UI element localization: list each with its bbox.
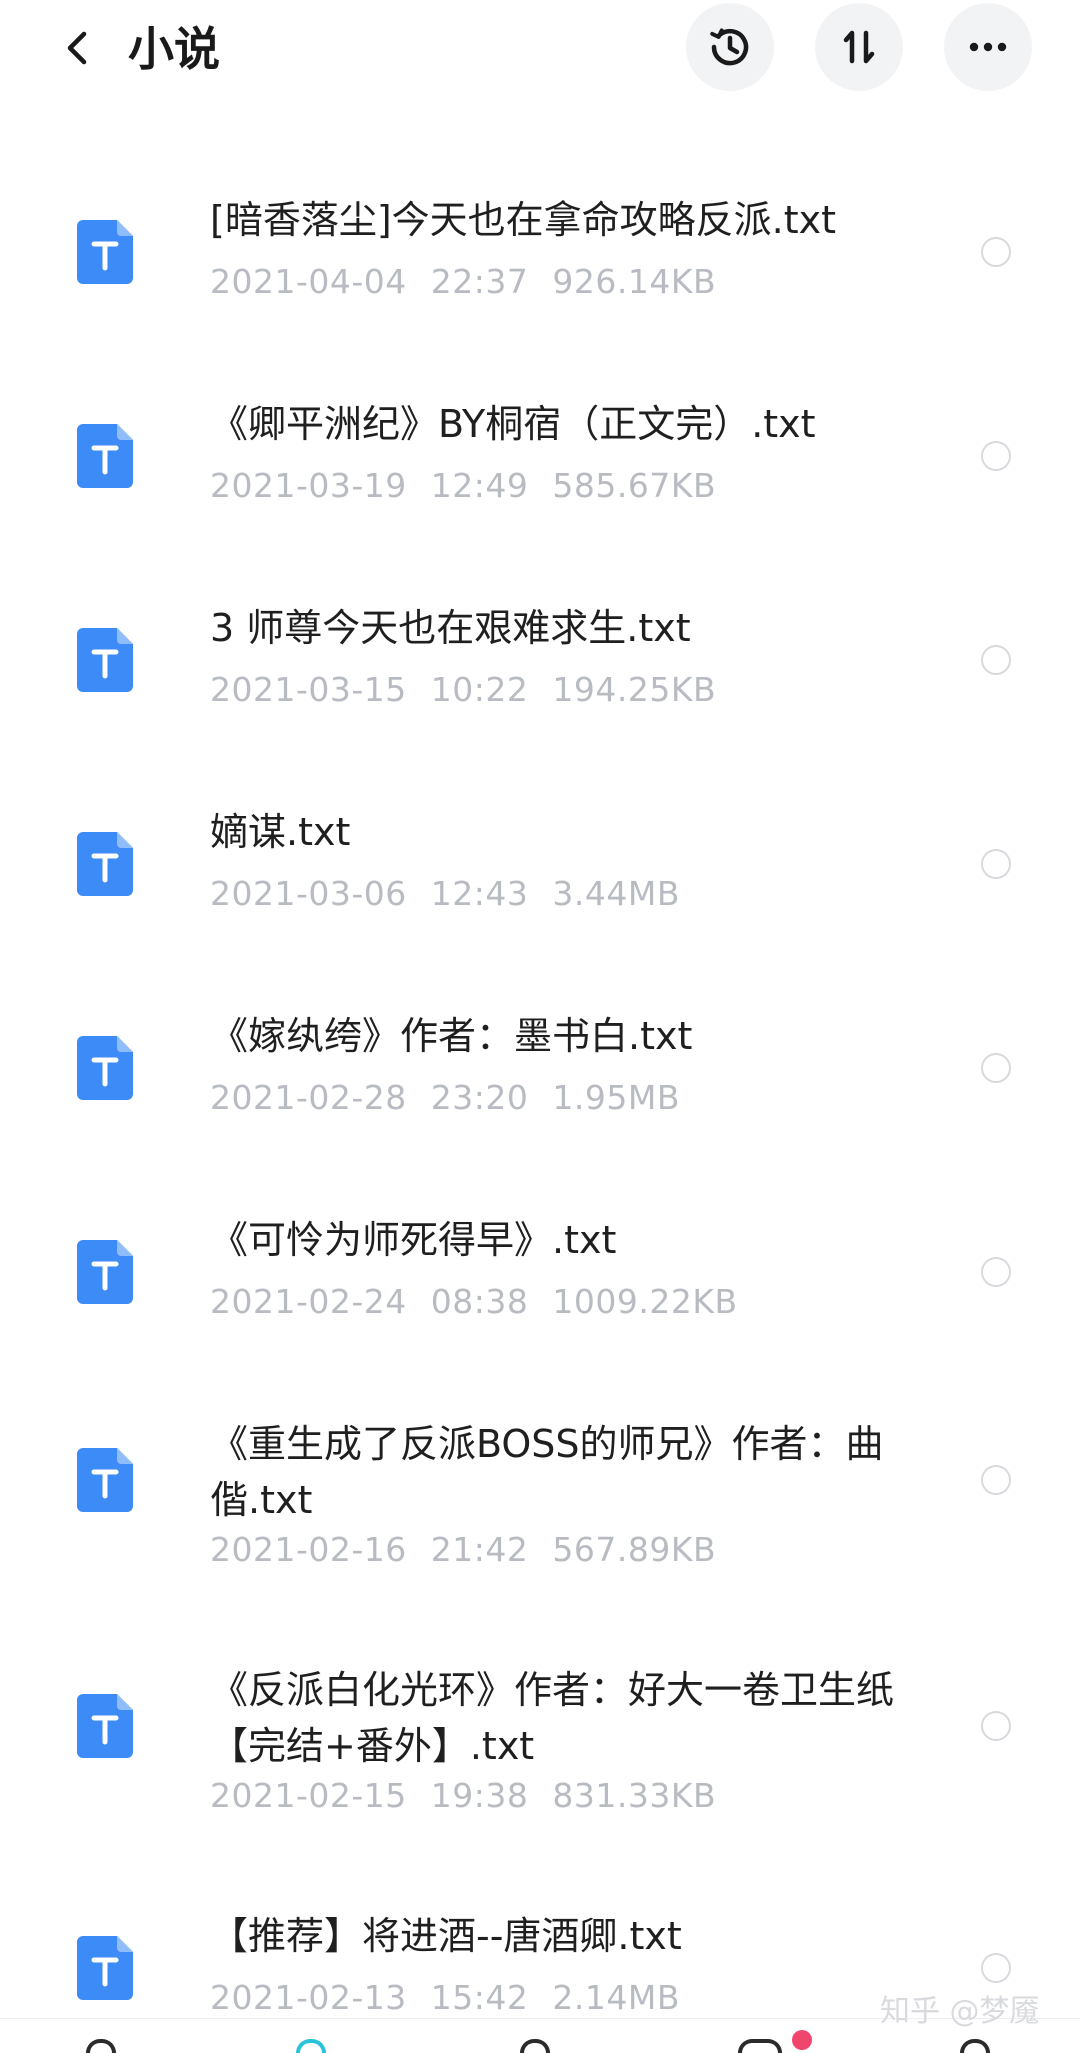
- file-date: 2021-02-15: [210, 1776, 407, 1815]
- tab-explore-icon[interactable]: [738, 2039, 782, 2053]
- file-meta: 2021-03-15 10:22 194.25KB: [210, 670, 716, 710]
- file-size: 567.89KB: [552, 1530, 717, 1569]
- select-radio[interactable]: [981, 1953, 1011, 1983]
- file-meta: 2021-04-04 22:37 926.14KB: [210, 262, 716, 302]
- select-radio[interactable]: [981, 441, 1011, 471]
- file-date: 2021-02-16: [210, 1530, 407, 1569]
- back-button[interactable]: [48, 18, 108, 78]
- tab-files-icon[interactable]: [296, 2039, 326, 2053]
- file-name: [暗香落尘]今天也在拿命攻略反派.txt: [210, 198, 837, 242]
- file-row[interactable]: [暗香落尘]今天也在拿命攻略反派.txt 2021-04-04 22:37 926.1…: [0, 150, 1080, 310]
- file-date: 2021-03-15: [210, 670, 407, 709]
- file-date: 2021-02-13: [210, 1978, 407, 2017]
- file-size: 1009.22KB: [552, 1282, 738, 1321]
- file-name: 《嫁纨绔》作者：墨书白.txt: [210, 1014, 693, 1058]
- tab-profile-icon[interactable]: [960, 2039, 990, 2053]
- txt-file-icon: [77, 1036, 133, 1100]
- file-time: 19:38: [430, 1776, 529, 1815]
- txt-file-icon: [77, 1936, 133, 2000]
- file-row[interactable]: 《卿平洲纪》BY桐宿（正文完）.txt 2021-03-19 12:49 585.67…: [0, 354, 1080, 514]
- more-horizontal-icon: [969, 42, 1007, 52]
- file-size: 926.14KB: [552, 262, 717, 301]
- file-date: 2021-02-28: [210, 1078, 407, 1117]
- txt-file-icon: [77, 424, 133, 488]
- file-name: 《重生成了反派BOSS的师兄》作者：曲偕.txt: [210, 1422, 884, 1522]
- file-size: 831.33KB: [552, 1776, 717, 1815]
- chevron-left-icon: [67, 31, 87, 65]
- file-date: 2021-02-24: [210, 1282, 407, 1321]
- file-date: 2021-03-06: [210, 874, 407, 913]
- file-row[interactable]: 《反派白化光环》作者：好大一卷卫生纸【完结+番外】.txt 2021-02-15 1…: [0, 1620, 1080, 1832]
- txt-file-icon: [77, 1694, 133, 1758]
- file-name: 【推荐】将进酒--唐酒卿.txt: [210, 1914, 682, 1958]
- select-radio[interactable]: [981, 1053, 1011, 1083]
- txt-file-icon: [77, 1448, 133, 1512]
- sort-button[interactable]: [815, 3, 903, 91]
- file-time: 23:20: [430, 1078, 529, 1117]
- tab-shared-icon[interactable]: [520, 2039, 550, 2053]
- file-meta: 2021-02-28 23:20 1.95MB: [210, 1078, 680, 1118]
- select-radio[interactable]: [981, 237, 1011, 267]
- txt-file-icon: [77, 832, 133, 896]
- select-radio[interactable]: [981, 849, 1011, 879]
- history-icon: [710, 28, 749, 66]
- file-name: 《反派白化光环》作者：好大一卷卫生纸【完结+番外】.txt: [210, 1668, 895, 1768]
- file-meta: 2021-02-15 19:38 831.33KB: [210, 1776, 716, 1816]
- file-size: 3.44MB: [552, 874, 680, 913]
- file-row[interactable]: 嫡谋.txt 2021-03-06 12:43 3.44MB: [0, 762, 1080, 922]
- select-radio[interactable]: [981, 1465, 1011, 1495]
- more-button[interactable]: [944, 3, 1032, 91]
- page-title: 小说: [128, 22, 220, 76]
- file-time: 22:37: [430, 262, 529, 301]
- file-meta: 2021-02-13 15:42 2.14MB: [210, 1978, 680, 2018]
- sort-icon: [843, 30, 875, 64]
- file-size: 585.67KB: [552, 466, 717, 505]
- top-app-bar: 小说: [0, 0, 1080, 100]
- file-meta: 2021-02-16 21:42 567.89KB: [210, 1530, 716, 1570]
- file-size: 1.95MB: [552, 1078, 680, 1117]
- file-meta: 2021-02-24 08:38 1009.22KB: [210, 1282, 738, 1322]
- file-time: 12:49: [430, 466, 529, 505]
- file-meta: 2021-03-06 12:43 3.44MB: [210, 874, 680, 914]
- file-name: 《可怜为师死得早》.txt: [210, 1218, 617, 1262]
- file-date: 2021-03-19: [210, 466, 407, 505]
- file-name: 嫡谋.txt: [210, 810, 351, 854]
- file-row[interactable]: 3 师尊今天也在艰难求生.txt 2021-03-15 10:22 194.25KB: [0, 558, 1080, 718]
- file-size: 2.14MB: [552, 1978, 680, 2017]
- file-meta: 2021-03-19 12:49 585.67KB: [210, 466, 716, 506]
- history-button[interactable]: [686, 3, 774, 91]
- file-size: 194.25KB: [552, 670, 717, 709]
- select-radio[interactable]: [981, 1711, 1011, 1741]
- file-row[interactable]: 《可怜为师死得早》.txt 2021-02-24 08:38 1009.22KB: [0, 1170, 1080, 1330]
- select-radio[interactable]: [981, 1257, 1011, 1287]
- file-date: 2021-04-04: [210, 262, 407, 301]
- file-time: 12:43: [430, 874, 529, 913]
- file-time: 08:38: [430, 1282, 529, 1321]
- file-row[interactable]: 《重生成了反派BOSS的师兄》作者：曲偕.txt 2021-02-16 21:42 5…: [0, 1374, 1080, 1586]
- watermark: 知乎 @梦魇: [880, 1994, 1040, 2029]
- txt-file-icon: [77, 1240, 133, 1304]
- file-name: 3 师尊今天也在艰难求生.txt: [210, 606, 691, 650]
- file-time: 10:22: [430, 670, 529, 709]
- txt-file-icon: [77, 628, 133, 692]
- select-radio[interactable]: [981, 645, 1011, 675]
- notification-dot: [792, 2030, 812, 2050]
- file-time: 21:42: [430, 1530, 529, 1569]
- file-name: 《卿平洲纪》BY桐宿（正文完）.txt: [210, 402, 816, 446]
- tab-home-icon[interactable]: [86, 2039, 116, 2053]
- file-time: 15:42: [430, 1978, 529, 2017]
- txt-file-icon: [77, 220, 133, 284]
- file-row[interactable]: 《嫁纨绔》作者：墨书白.txt 2021-02-28 23:20 1.95MB: [0, 966, 1080, 1126]
